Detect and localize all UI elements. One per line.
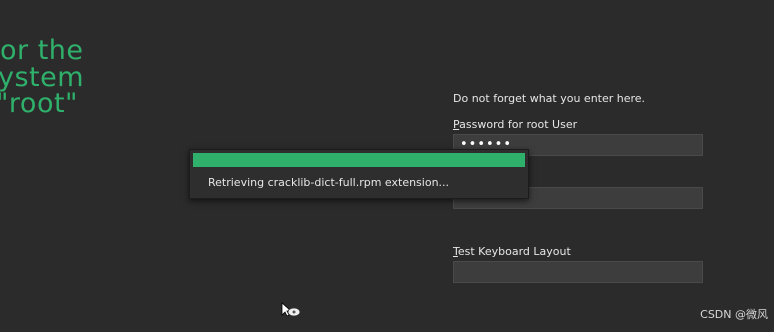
busy-cursor-icon xyxy=(281,302,301,317)
password-label-text: assword for root User xyxy=(459,118,578,131)
password-hint: Do not forget what you enter here. xyxy=(453,92,646,105)
page-title-line-2: ystem xyxy=(0,62,85,93)
installer-screen: or the ystem "root" Do not forget what y… xyxy=(0,0,774,332)
keyboard-layout-label: Test Keyboard Layout xyxy=(453,245,571,258)
watermark: CSDN @微风 xyxy=(700,308,768,321)
progress-message: Retrieving cracklib-dict-full.rpm extens… xyxy=(208,176,450,189)
progress-bar xyxy=(193,153,525,167)
page-title-line-3: "root" xyxy=(0,88,78,119)
keyboard-label-text: est Keyboard Layout xyxy=(457,245,571,258)
progress-popup: Retrieving cracklib-dict-full.rpm extens… xyxy=(189,149,529,199)
progress-bar-fill xyxy=(193,153,525,167)
test-keyboard-layout-field[interactable] xyxy=(453,261,703,283)
page-title-line-1: or the xyxy=(0,35,84,66)
password-label: Password for root User xyxy=(453,118,577,131)
